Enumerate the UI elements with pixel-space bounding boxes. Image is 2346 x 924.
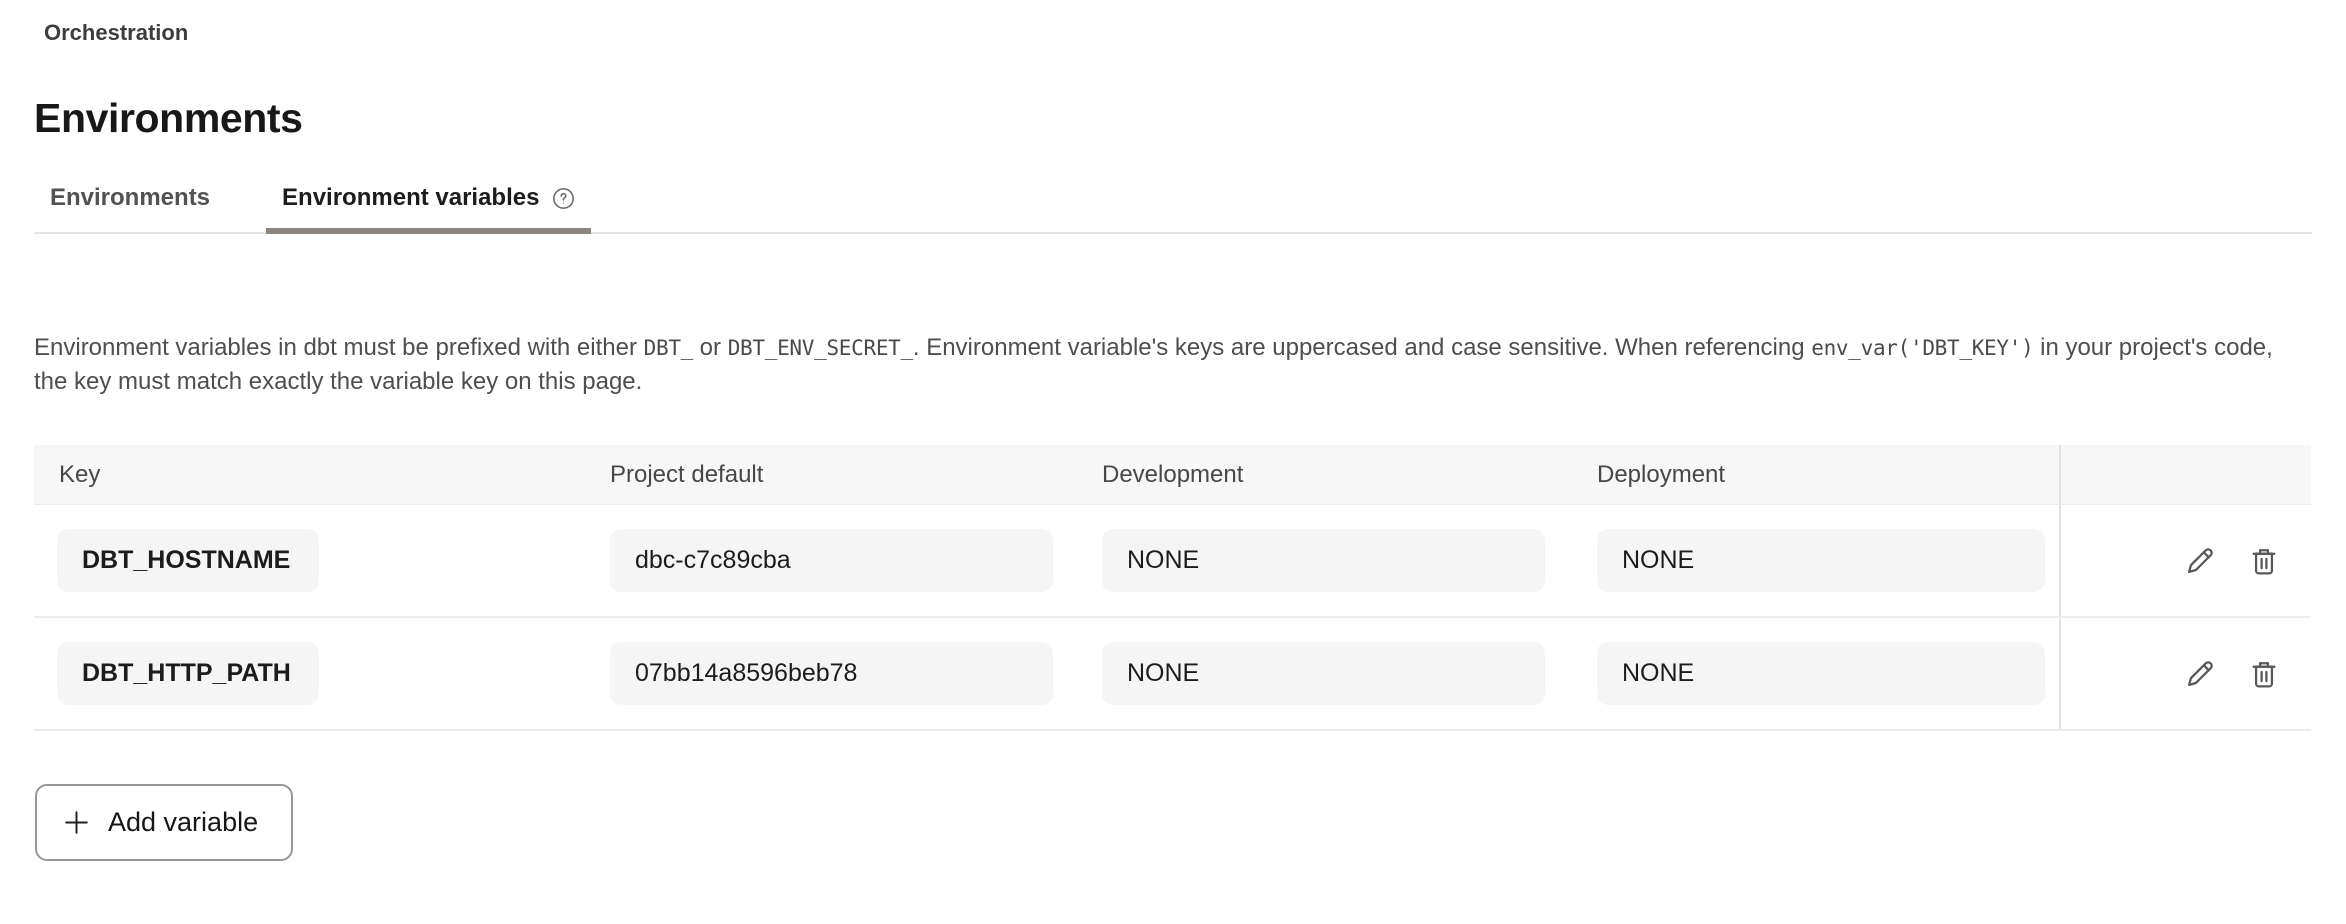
breadcrumb: Orchestration (44, 0, 2312, 46)
pencil-icon (2183, 544, 2217, 578)
deployment-cell: NONE (1597, 618, 2059, 729)
development-value: NONE (1102, 642, 1545, 705)
row-actions-cell (2059, 618, 2311, 729)
description-segment: . Environment variable's keys are upperc… (913, 334, 1811, 361)
key-value: DBT_HOSTNAME (57, 529, 319, 592)
description-segment: or (693, 334, 728, 361)
development-cell: NONE (1102, 505, 1597, 616)
deployment-value: NONE (1597, 529, 2045, 592)
table-body: DBT_HOSTNAME dbc-c7c89cba NONE NONE (34, 505, 2311, 731)
environment-variables-table: Key Project default Development Deployme… (34, 445, 2311, 731)
table-row: DBT_HTTP_PATH 07bb14a8596beb78 NONE NONE (34, 618, 2311, 731)
pencil-icon (2183, 657, 2217, 691)
column-header-project-default: Project default (610, 445, 1102, 504)
tab-environment-variables-label: Environment variables (282, 183, 539, 213)
development-cell: NONE (1102, 618, 1597, 729)
key-cell: DBT_HOSTNAME (34, 505, 610, 616)
environment-variables-page: Orchestration Environments Environments … (0, 0, 2346, 861)
key-value: DBT_HTTP_PATH (57, 642, 319, 705)
tab-environment-variables[interactable]: Environment variables (266, 183, 591, 234)
tab-environments-label: Environments (50, 183, 210, 213)
key-cell: DBT_HTTP_PATH (34, 618, 610, 729)
tab-environments[interactable]: Environments (34, 183, 226, 234)
inline-code: env_var('DBT_KEY') (1811, 336, 2033, 360)
inline-code: DBT_ENV_SECRET_ (728, 336, 913, 360)
deployment-value: NONE (1597, 642, 2045, 705)
column-header-deployment: Deployment (1597, 445, 2059, 504)
page-title: Environments (34, 94, 2312, 142)
development-value: NONE (1102, 529, 1545, 592)
description-text: Environment variables in dbt must be pre… (34, 331, 2312, 398)
column-header-key: Key (34, 445, 610, 504)
deployment-cell: NONE (1597, 505, 2059, 616)
trash-icon (2247, 544, 2281, 578)
table-row: DBT_HOSTNAME dbc-c7c89cba NONE NONE (34, 505, 2311, 618)
description-segment: Environment variables in dbt must be pre… (34, 334, 644, 361)
help-circle-icon[interactable] (552, 187, 575, 210)
delete-variable-button[interactable] (2247, 657, 2281, 691)
column-header-actions (2059, 445, 2311, 504)
table-header-row: Key Project default Development Deployme… (34, 445, 2311, 505)
project-default-cell: dbc-c7c89cba (610, 505, 1102, 616)
edit-variable-button[interactable] (2183, 544, 2217, 578)
plus-icon (62, 808, 91, 837)
edit-variable-button[interactable] (2183, 657, 2217, 691)
tab-bar: Environments Environment variables (34, 183, 2312, 234)
row-actions-cell (2059, 505, 2311, 616)
project-default-cell: 07bb14a8596beb78 (610, 618, 1102, 729)
column-header-development: Development (1102, 445, 1597, 504)
trash-icon (2247, 657, 2281, 691)
project-default-value: dbc-c7c89cba (610, 529, 1053, 592)
add-variable-button-label: Add variable (108, 807, 258, 838)
delete-variable-button[interactable] (2247, 544, 2281, 578)
breadcrumb-item-orchestration[interactable]: Orchestration (44, 20, 188, 45)
project-default-value: 07bb14a8596beb78 (610, 642, 1053, 705)
add-variable-button[interactable]: Add variable (35, 784, 293, 861)
inline-code: DBT_ (644, 336, 693, 360)
